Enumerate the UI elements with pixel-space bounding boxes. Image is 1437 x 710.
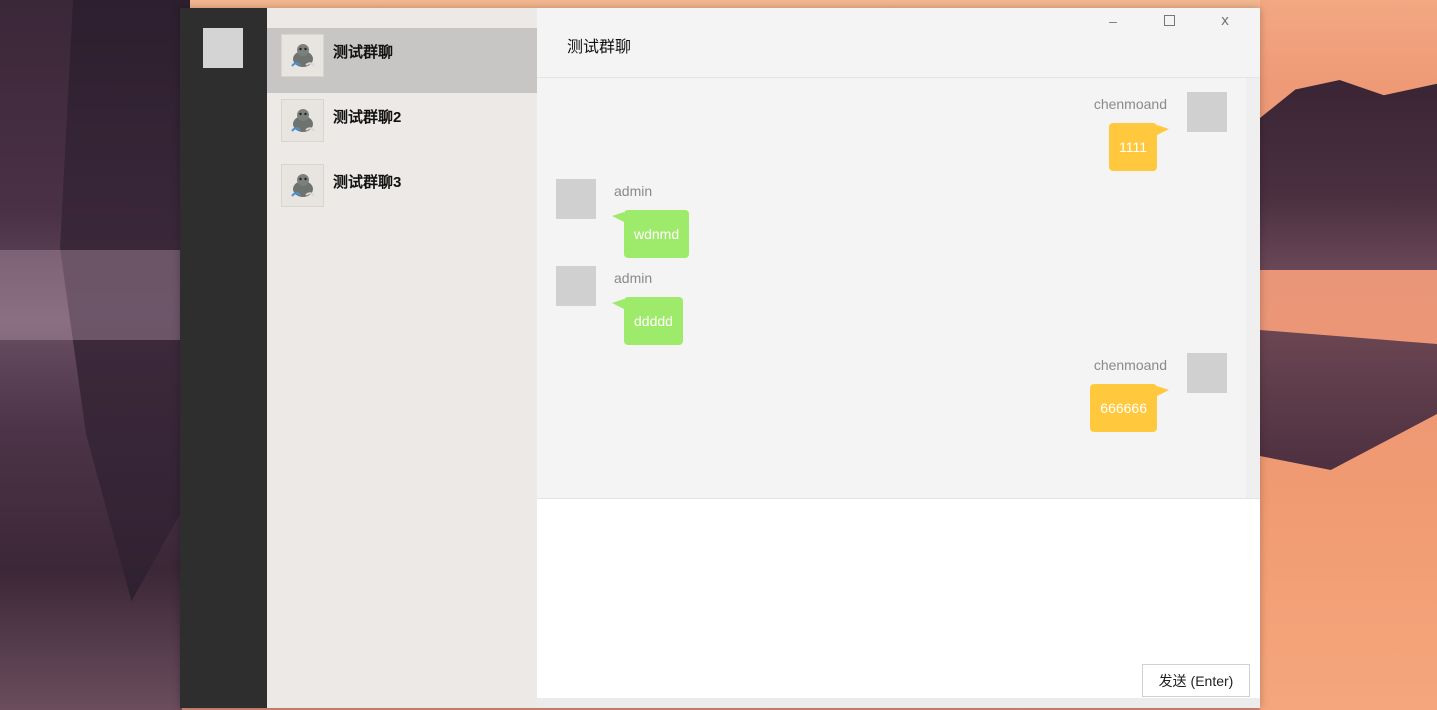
wallpaper-island [1260,80,1437,270]
chat-main: 测试群聊 – x chenmoand 1111 admin wdnmd admi… [537,8,1260,708]
wallpaper-fog [0,250,182,340]
message-item: chenmoand 666666 [537,353,1246,443]
sender-name: chenmoand [1093,357,1167,373]
wallpaper-left [0,0,190,710]
window-controls: – x [1103,13,1235,29]
message-bubble[interactable]: wdnmd [611,210,690,258]
wallpaper-island-reflection [1260,330,1437,470]
group-avatar-icon [281,34,324,77]
message-item: admin wdnmd [537,179,1246,269]
sender-avatar[interactable] [1187,92,1227,132]
chat-app-window: 测试群聊 测试群聊2 测试群聊3 测试群聊 – x chenmoand 1111… [180,8,1260,708]
message-item: chenmoand 1111 [537,92,1246,182]
chat-item-name: 测试群聊 [333,44,394,61]
bottom-scrollbar [537,698,1260,708]
close-button[interactable]: x [1215,13,1235,29]
message-item: admin ddddd [537,266,1246,356]
message-list[interactable]: chenmoand 1111 admin wdnmd admin ddddd c… [537,78,1260,498]
sender-avatar[interactable] [556,266,596,306]
chat-item[interactable]: 测试群聊2 [267,93,537,158]
chat-item[interactable]: 测试群聊 [267,28,537,93]
chat-header: 测试群聊 – x [537,8,1260,78]
group-avatar-icon [281,164,324,207]
sender-name: admin [614,183,653,199]
sender-avatar[interactable] [556,179,596,219]
sender-name: chenmoand [1093,96,1167,112]
nav-rail [180,8,267,708]
sender-avatar[interactable] [1187,353,1227,393]
wallpaper-right [1260,0,1437,710]
chat-list: 测试群聊 测试群聊2 测试群聊3 [267,8,537,708]
sender-name: admin [614,270,653,286]
message-input[interactable] [537,499,1260,649]
chat-item-name: 测试群聊3 [333,174,402,191]
maximize-button[interactable] [1159,13,1179,29]
message-bubble[interactable]: ddddd [612,297,683,345]
group-avatar-icon [281,99,324,142]
maximize-icon [1163,15,1175,26]
user-avatar[interactable] [203,28,243,68]
minimize-button[interactable]: – [1103,13,1123,29]
chat-item-name: 测试群聊2 [333,109,402,126]
chat-item[interactable]: 测试群聊3 [267,158,537,223]
composer: 发送 (Enter) [537,498,1260,708]
chat-title: 测试群聊 [567,39,632,56]
message-bubble[interactable]: 666666 [1090,384,1169,432]
message-bubble[interactable]: 1111 [1108,123,1170,171]
send-button[interactable]: 发送 (Enter) [1142,664,1250,697]
